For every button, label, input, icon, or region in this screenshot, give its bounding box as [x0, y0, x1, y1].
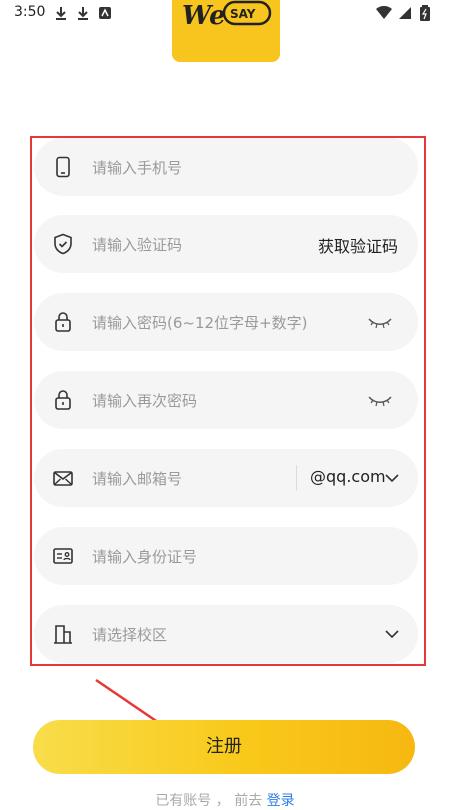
campus-select-field[interactable]: 请选择校区 [34, 605, 418, 663]
status-time: 3:50 [14, 4, 46, 20]
wifi-icon [376, 5, 392, 21]
password-field[interactable]: 请输入密码(6~12位字母+数字) [34, 293, 418, 351]
download-icon [54, 5, 70, 21]
login-prompt-prefix: 已有账号 [155, 793, 212, 809]
id-card-icon [52, 545, 74, 567]
phone-placeholder: 请输入手机号 [92, 159, 183, 177]
confirm-password-placeholder: 请输入再次密码 [92, 392, 198, 410]
id-card-field[interactable]: 请输入身份证号 [34, 527, 418, 585]
login-link[interactable]: 登录 [267, 793, 295, 809]
download-icon [76, 5, 92, 21]
chevron-down-icon[interactable] [384, 626, 400, 642]
eye-closed-icon[interactable] [368, 315, 392, 329]
phone-icon [52, 156, 74, 178]
login-prompt-middle: 前去 [234, 793, 263, 809]
app-logo: We SAY [172, 0, 280, 62]
register-button[interactable]: 注册 [33, 720, 415, 774]
battery-icon [420, 5, 436, 21]
lock-icon [52, 389, 74, 411]
shield-icon [52, 233, 74, 255]
notification-icon [98, 5, 114, 21]
svg-text:We: We [182, 1, 226, 31]
password-placeholder: 请输入密码(6~12位字母+数字) [92, 314, 308, 332]
email-placeholder: 请输入邮箱号 [92, 470, 183, 488]
login-prompt: 已有账号 ， 前去 登录 [155, 793, 295, 809]
eye-closed-icon[interactable] [368, 393, 392, 407]
code-placeholder: 请输入验证码 [92, 236, 183, 254]
mail-icon [52, 467, 74, 489]
email-domain-select[interactable]: @qq.com [310, 467, 386, 486]
svg-text:SAY: SAY [230, 7, 256, 21]
get-code-button[interactable]: 获取验证码 [318, 233, 398, 257]
signal-icon [398, 5, 414, 21]
chevron-down-icon[interactable] [384, 470, 400, 486]
campus-placeholder: 请选择校区 [92, 626, 168, 644]
id-placeholder: 请输入身份证号 [92, 548, 198, 566]
building-icon [52, 623, 74, 645]
verification-code-field[interactable]: 请输入验证码 获取验证码 [34, 215, 418, 273]
confirm-password-field[interactable]: 请输入再次密码 [34, 371, 418, 429]
phone-field[interactable]: 请输入手机号 [34, 138, 418, 196]
email-divider [296, 465, 297, 491]
lock-icon [52, 311, 74, 333]
email-field[interactable]: 请输入邮箱号 @qq.com [34, 449, 418, 507]
